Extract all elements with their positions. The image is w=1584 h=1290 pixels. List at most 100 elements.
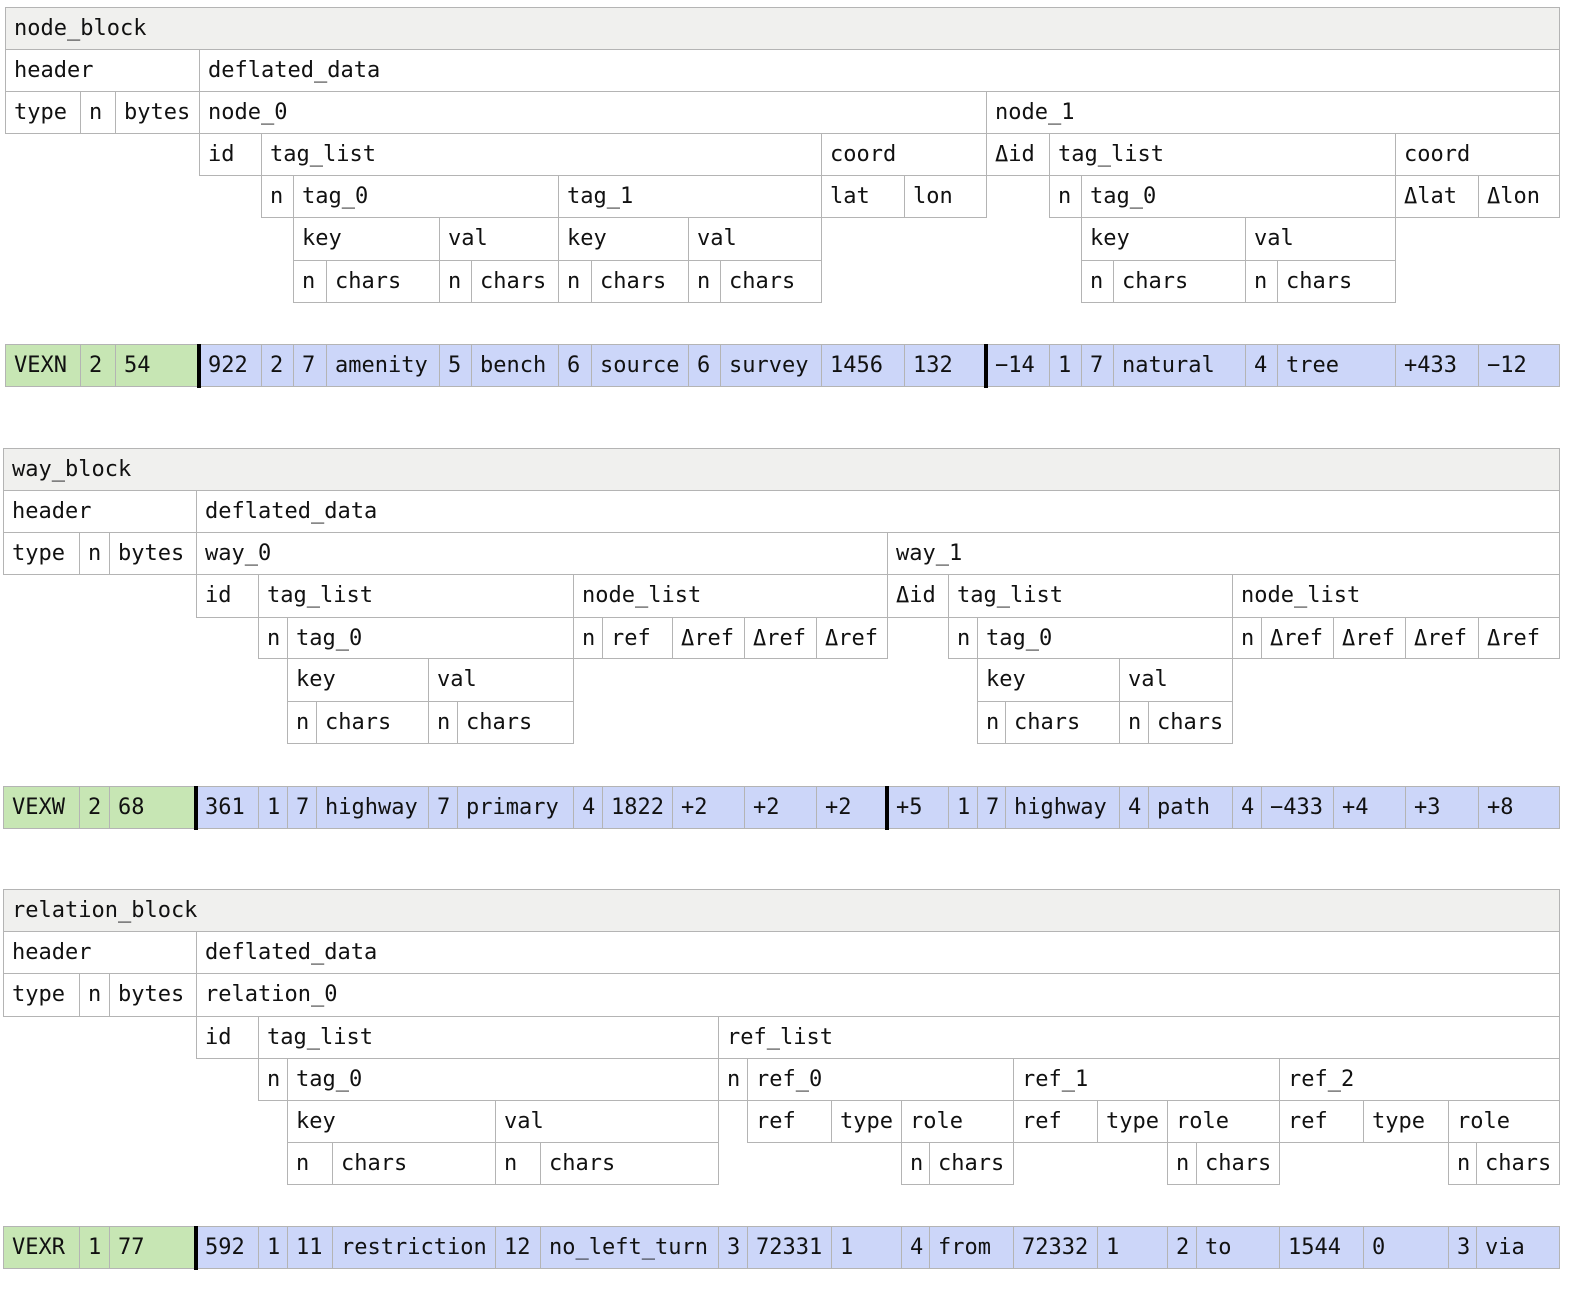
way-0-key-chars-label: chars xyxy=(316,701,429,744)
ref-1-role-n-value: 2 xyxy=(1167,1226,1197,1269)
way-0-id-value: 361 xyxy=(196,786,259,829)
node-0-coord-label: coord xyxy=(821,133,987,176)
node-1-tag-count-value: 1 xyxy=(1049,344,1082,387)
relation-0-key-label: key xyxy=(287,1100,496,1143)
record-separator xyxy=(885,786,889,830)
node-1-tag-0-val-chars-label: chars xyxy=(1277,260,1396,303)
node-0-tag-1-val-label: val xyxy=(688,217,822,261)
node-0-tag-list-label: tag_list xyxy=(261,133,822,176)
node-1-tag-0-val-label: val xyxy=(1245,217,1396,261)
node-1-delta-lat-label: Δlat xyxy=(1395,175,1479,218)
way-1-delta-id-label: Δid xyxy=(887,574,949,618)
way-0-val-value: primary xyxy=(457,786,574,829)
way-1-node-count-value: 4 xyxy=(1232,786,1262,829)
ref-0-ref-value: 72331 xyxy=(747,1226,832,1269)
count-label: n xyxy=(80,91,116,134)
way-1-key-n-label: n xyxy=(977,701,1006,744)
way-0-val-chars-label: chars xyxy=(457,701,574,744)
way-type-value: VEXW xyxy=(3,786,80,829)
relation-0-key-n-value: 11 xyxy=(287,1226,333,1269)
node-0-lat-value: 1456 xyxy=(821,344,905,387)
node-0-tag-0-val-n-value: 5 xyxy=(439,344,472,387)
way-1-val-chars-label: chars xyxy=(1148,701,1233,744)
way-0-val-n-label: n xyxy=(428,701,458,744)
way-0-key-label: key xyxy=(287,658,429,702)
relation-0-ref-count-label: n xyxy=(718,1058,748,1101)
ref-0-type-label: type xyxy=(831,1100,902,1143)
way-0-delta-ref-value: +2 xyxy=(672,786,745,829)
relation-0-ref-0-label: ref_0 xyxy=(747,1058,1014,1101)
way-1-key-value: highway xyxy=(1005,786,1120,829)
node-0-tag-count-value: 2 xyxy=(261,344,294,387)
way-bytes-value: 68 xyxy=(109,786,197,829)
relation-block-title: relation_block xyxy=(3,889,1560,932)
way-0-key-n-label: n xyxy=(287,701,317,744)
node-1-delta-lon-label: Δlon xyxy=(1478,175,1560,218)
bytes-label: bytes xyxy=(115,91,200,134)
deflated-data-label: deflated_data xyxy=(196,490,1560,533)
node-0-tag-0-val-label: val xyxy=(439,217,559,261)
node-0-tag-0-key-n-label: n xyxy=(293,260,327,303)
count-label: n xyxy=(79,973,110,1017)
ref-1-type-label: type xyxy=(1097,1100,1168,1143)
way-0-tag-count-value: 1 xyxy=(258,786,288,829)
node-0-tag-1-val-value: survey xyxy=(720,344,822,387)
way-0-tag-list-label: tag_list xyxy=(258,574,574,618)
node-1-delta-id-label: Δid xyxy=(986,133,1050,176)
ref-1-role-value: to xyxy=(1196,1226,1280,1269)
node-1-label: node_1 xyxy=(986,91,1560,134)
way-1-val-label: val xyxy=(1119,658,1233,702)
relation-type-value: VEXR xyxy=(3,1226,80,1269)
node-1-tag-0-val-value: tree xyxy=(1277,344,1396,387)
ref-2-type-label: type xyxy=(1363,1100,1449,1143)
ref-1-type-value: 1 xyxy=(1097,1226,1168,1269)
node-1-tag-0-key-chars-label: chars xyxy=(1113,260,1246,303)
node-0-tag-count-label: n xyxy=(261,175,294,218)
way-1-delta-ref-label: Δref xyxy=(1333,617,1406,659)
node-0-tag-0-val-value: bench xyxy=(471,344,559,387)
relation-0-key-value: restriction xyxy=(332,1226,496,1269)
relation-0-val-label: val xyxy=(495,1100,719,1143)
node-0-lon-label: lon xyxy=(904,175,987,218)
node-1-tag-0-key-n-value: 7 xyxy=(1081,344,1114,387)
ref-1-role-chars-label: chars xyxy=(1196,1142,1280,1185)
way-1-tag-list-label: tag_list xyxy=(948,574,1233,618)
way-0-val-label: val xyxy=(428,658,574,702)
relation-0-ref-2-label: ref_2 xyxy=(1279,1058,1560,1101)
way-1-tag-count-label: n xyxy=(948,617,978,659)
way-1-delta-ref-value: +8 xyxy=(1478,786,1560,829)
node-0-tag-1-val-n-label: n xyxy=(688,260,721,303)
relation-0-key-n-label: n xyxy=(287,1142,333,1185)
relation-0-val-chars-label: chars xyxy=(540,1142,719,1185)
node-0-tag-0-val-n-label: n xyxy=(439,260,472,303)
relation-bytes-value: 77 xyxy=(109,1226,197,1269)
ref-2-role-n-value: 3 xyxy=(1448,1226,1477,1269)
header-data-separator xyxy=(194,786,198,830)
way-0-ref-label: ref xyxy=(602,617,673,659)
ref-1-role-n-label: n xyxy=(1167,1142,1197,1185)
header-label: header xyxy=(3,490,197,533)
way-1-tag-count-value: 1 xyxy=(948,786,978,829)
way-block-title: way_block xyxy=(3,448,1560,491)
node-1-tag-0-val-n-value: 4 xyxy=(1245,344,1278,387)
node-0-label: node_0 xyxy=(199,91,987,134)
node-count-value: 2 xyxy=(80,344,116,387)
ref-1-role-label: role xyxy=(1167,1100,1280,1143)
bytes-label: bytes xyxy=(109,973,197,1017)
way-1-key-label: key xyxy=(977,658,1120,702)
relation-0-key-chars-label: chars xyxy=(332,1142,496,1185)
ref-2-role-n-label: n xyxy=(1448,1142,1477,1185)
node-0-tag-0-key-chars-label: chars xyxy=(326,260,440,303)
node-0-id-value: 922 xyxy=(199,344,262,387)
type-label: type xyxy=(3,532,80,575)
way-0-key-n-value: 7 xyxy=(287,786,317,829)
way-1-val-n-value: 4 xyxy=(1119,786,1149,829)
ref-0-type-value: 1 xyxy=(831,1226,902,1269)
node-0-tag-1-val-n-value: 6 xyxy=(688,344,721,387)
way-1-delta-ref-value: +3 xyxy=(1405,786,1479,829)
deflated-data-label: deflated_data xyxy=(196,931,1560,974)
ref-0-role-label: role xyxy=(901,1100,1014,1143)
node-1-tag-0-key-n-label: n xyxy=(1081,260,1114,303)
relation-0-val-n-label: n xyxy=(495,1142,541,1185)
ref-2-type-value: 0 xyxy=(1363,1226,1449,1269)
